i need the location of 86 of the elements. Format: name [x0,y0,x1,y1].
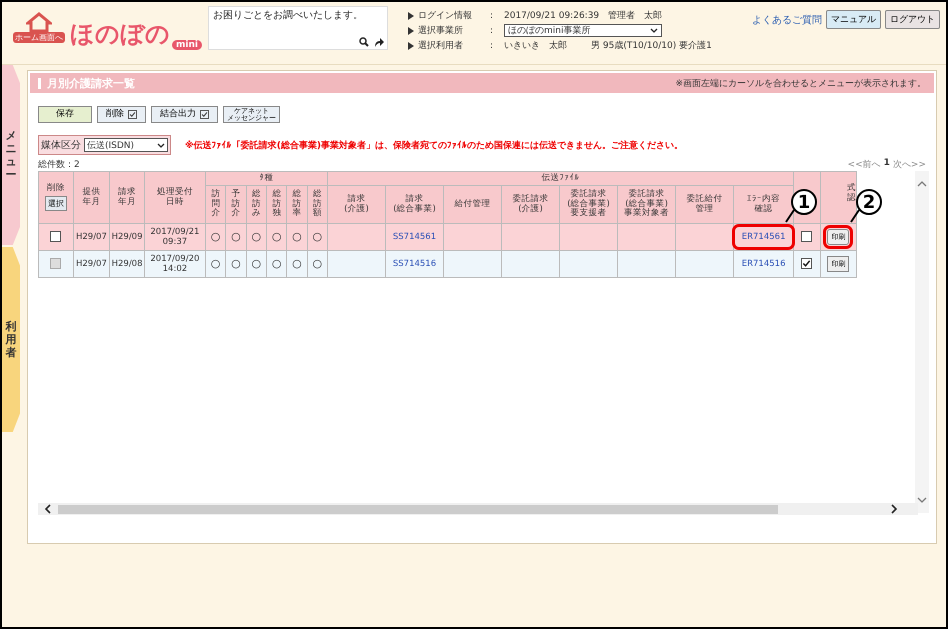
checkbox[interactable] [801,231,812,242]
prev-link[interactable]: <<前へ [848,158,881,171]
leader-line [785,209,797,223]
info-label: 選択事業所 [418,24,464,37]
header-button[interactable]: ログアウト [885,10,940,29]
media-label: 媒体区分 [41,139,81,152]
table-header: 処理受付日時 [156,188,194,208]
search-field[interactable]: お困りごとをお調べいたします。 [208,6,388,50]
table-cell: ○ [226,224,246,250]
toolbar-button[interactable]: 結合出力 [151,106,218,123]
table-header: 式認 [846,184,856,204]
table-cell: ○ [205,224,226,250]
house-icon[interactable] [26,12,52,32]
info-label: ログイン情報 [418,10,473,22]
next-link[interactable]: 次へ>> [892,158,926,171]
table-cell: H29/07 [73,250,110,278]
logo-badge: mini [172,40,202,50]
home-label[interactable]: ホーム画面へ [13,32,65,43]
info-value: いきいき 太郎 [504,40,567,52]
table-header: ｴﾗｰ内容確認 [746,194,782,214]
search-icon[interactable] [359,37,369,47]
table-header: 請求 (介護) [327,186,386,224]
table-cell: ○ [205,250,226,278]
table-header: 委託請求 (総合事業) 事業対象者 [618,186,676,224]
toolbar-button[interactable]: 保存 [38,106,92,123]
checkbox[interactable] [50,231,62,242]
table-cell: ○ [307,224,328,250]
table-header: 総訪独 [266,186,287,224]
table-cell: ○ [246,224,266,250]
select-button[interactable]: 選択 [44,196,67,211]
table-header: 削除 [46,183,65,194]
table-cell: ○ [286,224,308,250]
table-header: ﾀ種 [205,172,328,186]
table-cell: H29/08 [110,250,144,278]
side-tab[interactable]: メニュー [2,65,20,245]
separator-text: : [490,40,494,50]
checkbox[interactable] [801,258,812,270]
table-cell: ○ [266,224,287,250]
table-header: 提供年月 [81,188,102,208]
chevron-left-icon[interactable] [44,504,52,514]
redo-arrow-icon[interactable] [373,37,384,47]
table-cell: ○ [266,250,287,278]
separator-text: : [490,10,494,20]
separator-text: : [490,26,494,36]
table-header: 請求年月 [117,188,138,208]
chevron-up-icon[interactable] [917,181,927,187]
table-header: 総訪率 [286,186,308,224]
horizontal-scrollbar[interactable] [38,503,918,515]
side-tab[interactable]: 利用者 [2,247,20,432]
media-select[interactable]: 伝送(ISDN) [84,138,168,152]
table-header: 委託請求 (介護) [502,186,560,224]
chevron-down-icon[interactable] [650,28,658,33]
panel-note: ※画面左端にカーソルを合わせるとメニューが表示されます。 [675,78,926,90]
table-cell: ○ [307,250,328,278]
table-cell: ○ [246,250,266,278]
logo-text: ほのぼの [70,19,170,50]
info-value: 2017/09/21 09:26:39 管理者 太郎 [504,10,662,22]
header-button[interactable]: マニュアル [826,10,881,29]
table-header: 総訪み [246,186,266,224]
table-header: 委託給付管理 [686,194,724,214]
vertical-scrollbar[interactable] [915,171,929,513]
table-header: 訪問介 [205,186,226,224]
table-cell: H29/07 [73,224,110,250]
table-header: 給付管理 [444,186,502,224]
table-cell: 2017/09/20 14:02 [144,250,206,278]
total-count: 総件数：2 [38,158,80,171]
office-select[interactable]: ほのぼのmini事業所 [504,24,662,37]
page-number[interactable]: 1 [884,158,890,171]
table-cell: H29/09 [110,224,144,250]
table-header: 請求 (総合事業) [386,186,444,224]
info-label: 選択利用者 [418,40,464,52]
faq-link[interactable]: よくあるご質問 [752,12,822,26]
table-header: 総訪額 [307,186,328,224]
table-cell: ○ [286,250,308,278]
panel-title: 月別介護請求一覧 [47,76,135,90]
table-header: 予訪介 [226,186,246,224]
chevron-right-icon[interactable] [890,504,898,514]
leader-line [850,209,862,223]
warning-text: ※伝送ﾌｧｲﾙ「委託請求(総合事業)事業対象者」は、保険者宛てのﾌｧｲﾙのため国保連には伝送できません。ご注意ください。 [185,139,683,152]
table-cell: 2017/09/21 09:37 [144,224,206,250]
table-header: 委託請求 (総合事業) 要支援者 [560,186,618,224]
table-header: 伝送ﾌｧｲﾙ [327,172,794,186]
chevron-down-icon[interactable] [157,142,165,148]
table-cell: ○ [226,250,246,278]
toolbar-button[interactable]: 削除 [97,106,146,123]
user-details: 男 95歳(T10/10/10) 要介護1 [591,40,712,52]
